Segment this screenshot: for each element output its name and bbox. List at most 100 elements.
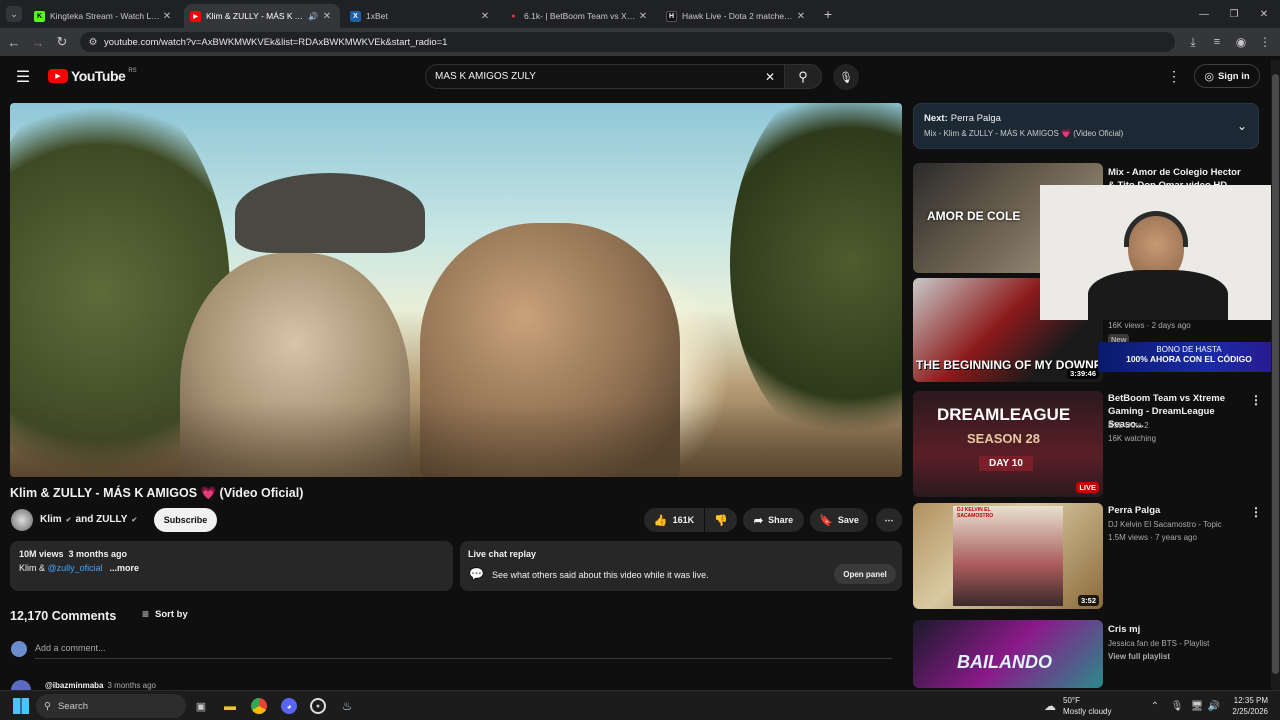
more-icon[interactable]: ⋮ [1250,393,1262,407]
taskbar-search-label: Search [57,700,89,712]
add-comment-input[interactable]: Add a comment... [35,643,892,659]
playlist-owner[interactable]: Jessica fan de BTS - Playlist [1108,639,1209,648]
tab-search-icon[interactable]: ⌄ [6,6,22,22]
video-player[interactable] [10,103,902,477]
channel-name[interactable]: DJ Kelvin El Sacamostro - Topic [1108,520,1222,529]
thumbs-down-icon: 👎 [714,514,728,527]
weather-temp: 50°F [1063,696,1080,705]
chevron-down-icon[interactable]: ⌄ [1234,118,1250,134]
thumbnail-dreamleague[interactable]: DREAMLEAGUE SEASON 28 DAY 10 LIVE [913,391,1103,497]
collab-channel[interactable]: and ZULLY [76,514,128,525]
tab-label: 1xBet [366,11,388,21]
description-link[interactable]: @zully_oficial [48,563,108,573]
taskbar-search[interactable]: ⚲ Search [36,694,186,718]
thumbnail-text: BAILANDO [957,652,1052,672]
next-subtitle: Mix - Klim & ZULLY - MÁS K AMIGOS 💗 (Vid… [924,129,1124,138]
settings-dots-icon[interactable]: ⋮ [1166,68,1182,84]
account-icon: ◎ [1204,70,1214,83]
tab-betboom[interactable]: ● 6.1k- | BetBoom Team vs Xtrem ✕ [502,4,656,28]
tab-hawk[interactable]: H Hawk Live - Dota 2 matches liv ✕ [660,4,814,28]
verified-icon: ✔ [131,516,138,524]
chevron-up-icon[interactable]: ⌃ [1148,698,1162,714]
banner-line-1: BONO DE HASTA [1156,345,1222,354]
menu-icon[interactable]: ⋮ [1257,34,1273,50]
youtube-logo[interactable]: ▶ YouTube RS [48,68,137,84]
live-badge: LIVE [1076,482,1099,493]
up-next-panel[interactable]: Next: Perra Palga Mix - Klim & ZULLY - M… [913,103,1259,149]
network-icon[interactable]: 🖥 [1190,698,1204,714]
like-count: 161K [672,515,695,525]
video-meta: 1.5M views · 7 years ago [1108,533,1197,542]
clear-search-icon[interactable]: ✕ [762,69,778,85]
more-link[interactable]: ...more [110,563,140,573]
channel-name[interactable]: Klim [40,514,62,525]
view-stats: 10M views 3 months ago [19,549,128,559]
obs-icon[interactable]: ● [310,698,326,714]
site-info-icon[interactable]: ⚙ [86,35,100,49]
thumbnail-perra-palga[interactable]: DJ KELVIN EL SACAMOSTRO 3:52 [913,503,1103,609]
microphone-icon: 🎙 [839,71,853,84]
search-button[interactable]: ⚲ [784,64,822,89]
headphones [1124,211,1188,247]
forward-icon[interactable]: → [30,34,46,50]
page-scrollbar[interactable] [1271,60,1280,690]
thumbnail-text: DREAMLEAGUE [937,405,1071,424]
search-input[interactable]: MAS K AMIGOS ZULY ✕ [425,64,785,89]
duration-badge: 3:52 [1077,595,1099,606]
dislike-button[interactable]: 👎 [705,508,737,532]
view-playlist-link[interactable]: View full playlist [1108,652,1170,661]
weather[interactable]: 50°F Mostly cloudy [1063,695,1111,717]
sign-in-button[interactable]: ◎ Sign in [1194,64,1260,88]
mic-tray-icon[interactable]: 🎙 [1170,698,1184,714]
commenter-name[interactable]: @ibazminmaba [45,681,103,690]
speaker-icon[interactable]: 🔊 [306,12,320,21]
video-title-perra-palga[interactable]: Perra Palga [1108,504,1248,517]
hamburger-icon[interactable]: ☰ [14,68,32,86]
minimize-icon[interactable]: — [1196,6,1212,22]
subscribe-button[interactable]: Subscribe [154,508,217,532]
windows-start-icon[interactable] [13,698,29,714]
file-explorer-icon[interactable]: ▬ [222,698,238,714]
comment-count: 12,170 Comments [10,609,117,623]
duration-badge: 3:39:46 [1067,368,1099,379]
chrome-icon[interactable] [251,698,267,714]
clock[interactable]: 12:35 PM 2/25/2026 [1226,695,1268,717]
open-panel-button[interactable]: Open panel [834,564,896,584]
media-icon[interactable]: ≡ [1209,34,1225,50]
channel-avatar[interactable] [11,509,33,531]
close-icon[interactable]: ✕ [794,11,808,22]
discord-icon[interactable]: ◕ [281,698,297,714]
close-icon[interactable]: ✕ [636,11,650,22]
channel-name[interactable]: ESL Dota 2 [1108,421,1149,430]
more-actions-button[interactable]: ⋯ [876,508,902,532]
like-button[interactable]: 👍 161K [644,508,704,532]
close-icon[interactable]: ✕ [160,11,174,22]
maximize-icon[interactable]: ❐ [1226,6,1242,22]
playlist-title[interactable]: Cris mj [1108,623,1248,636]
address-bar[interactable]: ⚙ youtube.com/watch?v=AxBWKMWKVEk&list=R… [80,32,1175,52]
sort-label: Sort by [155,608,188,620]
more-icon[interactable]: ⋮ [1250,505,1262,519]
volume-icon[interactable]: 🔊 [1207,698,1221,714]
close-icon[interactable]: ✕ [320,11,334,22]
tab-kick[interactable]: K Kingteka Stream - Watch Live o ✕ [28,4,180,28]
scrollbar-thumb[interactable] [1272,74,1279,674]
new-tab-icon[interactable]: + [820,6,836,22]
steam-icon[interactable]: ♨ [339,698,355,714]
download-icon[interactable]: ⤓ [1185,34,1201,50]
tab-youtube[interactable]: ▶ Klim & ZULLY - MÁS K AMIG 🔊 ✕ [184,4,340,28]
share-icon: ➦ [753,514,764,527]
thumbnail-playlist[interactable]: BAILANDO [913,620,1103,688]
close-icon[interactable]: ✕ [478,11,492,22]
back-icon[interactable]: ← [6,34,22,50]
task-view-icon[interactable]: ▣ [193,698,209,714]
window-close-icon[interactable]: ✕ [1256,6,1272,22]
tab-1xbet[interactable]: X 1xBet ✕ [344,4,498,28]
description-box[interactable]: 10M views 3 months ago Klim & @zully_ofi… [10,541,453,591]
sort-by-button[interactable]: ≡ Sort by [142,607,188,621]
share-button[interactable]: ➦ Share [743,508,804,532]
reload-icon[interactable]: ↻ [54,34,70,50]
voice-search-button[interactable]: 🎙 [833,64,859,90]
save-button[interactable]: 🔖 Save [810,508,868,532]
profile-icon[interactable]: ◉ [1233,34,1249,50]
